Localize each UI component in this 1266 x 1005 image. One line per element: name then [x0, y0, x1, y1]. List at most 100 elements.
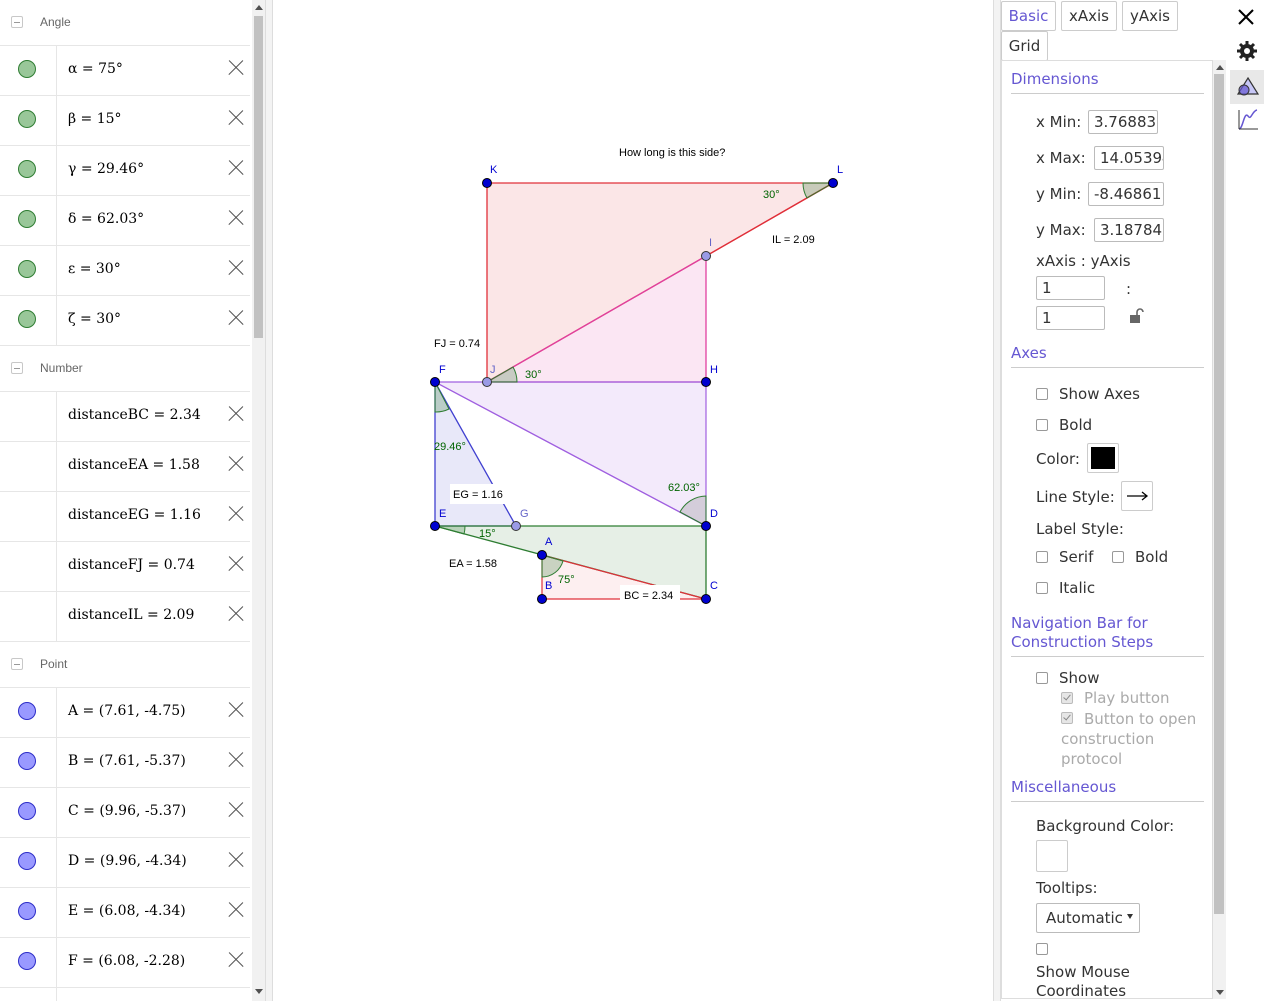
algebra-item-text[interactable]: ζ = 30°	[68, 311, 121, 327]
algebra-item-text[interactable]: F = (6.08, -2.28)	[68, 953, 185, 969]
algebra-item-point[interactable]: B = (7.61, -5.37)	[0, 738, 250, 788]
graphics-view-icon[interactable]	[1236, 75, 1260, 99]
visibility-toggle-icon[interactable]	[18, 60, 36, 78]
scroll-up-arrow-icon[interactable]	[1216, 65, 1224, 70]
ymin-input[interactable]: -8.46861	[1088, 182, 1164, 206]
gear-icon[interactable]	[1236, 40, 1258, 62]
point-h[interactable]	[701, 377, 711, 387]
delete-icon[interactable]	[227, 505, 245, 523]
delete-icon[interactable]	[227, 801, 245, 819]
algebra-scrollbar[interactable]	[252, 0, 265, 1001]
tab-yaxis[interactable]: yAxis	[1122, 1, 1178, 31]
algebra-item-text[interactable]: δ = 62.03°	[68, 211, 144, 227]
delete-icon[interactable]	[227, 405, 245, 423]
play-button-checkbox[interactable]	[1061, 692, 1073, 704]
show-axes-checkbox[interactable]	[1036, 388, 1048, 400]
tab-basic[interactable]: Basic	[1001, 1, 1056, 31]
visibility-toggle-icon[interactable]	[18, 160, 36, 178]
point-c[interactable]	[701, 594, 711, 604]
algebra-item-point[interactable]: D = (9.96, -4.34)	[0, 838, 250, 888]
algebra-item-point[interactable]: F = (6.08, -2.28)	[0, 938, 250, 988]
visibility-toggle-icon[interactable]	[18, 852, 36, 870]
visibility-toggle-icon[interactable]	[18, 902, 36, 920]
tab-grid[interactable]: Grid	[1001, 31, 1048, 61]
algebra-item-angle[interactable]: ζ = 30°	[0, 296, 250, 346]
algebra-item-number[interactable]: distanceEG = 1.16	[0, 492, 250, 542]
visibility-toggle-icon[interactable]	[18, 752, 36, 770]
algebra-item-text[interactable]: γ = 29.46°	[68, 161, 144, 177]
algebra-item-text[interactable]: A = (7.61, -4.75)	[68, 703, 186, 719]
point-g[interactable]	[511, 521, 521, 531]
group-header-point[interactable]: Point	[0, 642, 250, 688]
settings-scrollbar[interactable]	[1213, 60, 1226, 999]
visibility-toggle-icon[interactable]	[18, 210, 36, 228]
view-splitter-left[interactable]	[265, 0, 273, 1001]
algebra-item-point[interactable]: E = (6.08, -4.34)	[0, 888, 250, 938]
delete-icon[interactable]	[227, 605, 245, 623]
algebra-item-number[interactable]: distanceBC = 2.34	[0, 392, 250, 442]
visibility-toggle-icon[interactable]	[18, 802, 36, 820]
delete-icon[interactable]	[227, 751, 245, 769]
ymax-input[interactable]: 3.18784	[1094, 218, 1164, 242]
delete-icon[interactable]	[227, 159, 245, 177]
construction-canvas[interactable]: How long is this side? K L I J H F E G A…	[273, 0, 993, 1001]
visibility-toggle-icon[interactable]	[18, 110, 36, 128]
algebra-item-text[interactable]: distanceEG = 1.16	[68, 507, 201, 523]
delete-icon[interactable]	[227, 901, 245, 919]
delete-icon[interactable]	[227, 309, 245, 327]
visibility-toggle-icon[interactable]	[18, 952, 36, 970]
algebra-item-angle[interactable]: α = 75°	[0, 46, 250, 96]
algebra-item-text[interactable]: distanceBC = 2.34	[68, 407, 201, 423]
point-b[interactable]	[537, 594, 547, 604]
algebra-item-text[interactable]: C = (9.96, -5.37)	[68, 803, 186, 819]
tab-xaxis[interactable]: xAxis	[1061, 1, 1117, 31]
xmin-input[interactable]: 3.76883	[1088, 110, 1158, 134]
show-navigation-checkbox[interactable]	[1036, 672, 1048, 684]
delete-icon[interactable]	[227, 555, 245, 573]
axis-ratio-y-input[interactable]: 1	[1036, 306, 1105, 330]
scrollbar-thumb[interactable]	[1214, 74, 1224, 914]
bold-checkbox[interactable]	[1036, 419, 1048, 431]
scroll-down-arrow-icon[interactable]	[255, 989, 263, 994]
axis-ratio-x-input[interactable]: 1	[1036, 276, 1105, 300]
algebra-item-angle[interactable]: ε = 30°	[0, 246, 250, 296]
visibility-toggle-icon[interactable]	[18, 310, 36, 328]
algebra-item-point[interactable]: C = (9.96, -5.37)	[0, 788, 250, 838]
point-j[interactable]	[482, 377, 492, 387]
graphics-view[interactable]: How long is this side? K L I J H F E G A…	[273, 0, 993, 1001]
view-splitter-right[interactable]	[993, 0, 1001, 1001]
delete-icon[interactable]	[227, 209, 245, 227]
algebra-item-number[interactable]: distanceEA = 1.58	[0, 442, 250, 492]
algebra-item-text[interactable]: B = (7.61, -5.37)	[68, 753, 186, 769]
collapse-toggle-icon[interactable]	[11, 362, 23, 374]
algebra-item-point[interactable]: A = (7.61, -4.75)	[0, 688, 250, 738]
collapse-toggle-icon[interactable]	[11, 658, 23, 670]
scroll-up-arrow-icon[interactable]	[255, 5, 263, 10]
algebra-item-number[interactable]: distanceFJ = 0.74	[0, 542, 250, 592]
algebra-item-text[interactable]: distanceFJ = 0.74	[68, 557, 195, 573]
serif-checkbox[interactable]	[1036, 551, 1048, 563]
algebra-item-text[interactable]: D = (9.96, -4.34)	[68, 853, 187, 869]
algebra-item-text[interactable]: E = (6.08, -4.34)	[68, 903, 186, 919]
point-e[interactable]	[430, 521, 440, 531]
collapse-toggle-icon[interactable]	[11, 16, 23, 28]
visibility-toggle-icon[interactable]	[18, 702, 36, 720]
tooltips-select[interactable]: Automatic	[1036, 903, 1140, 933]
point-a[interactable]	[537, 550, 547, 560]
line-style-button[interactable]	[1121, 481, 1153, 511]
point-i[interactable]	[701, 251, 711, 261]
point-k[interactable]	[482, 178, 492, 188]
algebra-item-point[interactable]: G = (7.25, -4.34)	[0, 988, 250, 1001]
delete-icon[interactable]	[227, 455, 245, 473]
visibility-toggle-icon[interactable]	[18, 260, 36, 278]
point-f[interactable]	[430, 377, 440, 387]
scrollbar-thumb[interactable]	[254, 16, 263, 338]
delete-icon[interactable]	[227, 851, 245, 869]
axis-color-button[interactable]	[1087, 443, 1119, 473]
algebra-item-text[interactable]: distanceEA = 1.58	[68, 457, 200, 473]
algebra-item-angle[interactable]: δ = 62.03°	[0, 196, 250, 246]
algebra-item-angle[interactable]: γ = 29.46°	[0, 146, 250, 196]
background-color-button[interactable]	[1036, 840, 1068, 872]
scroll-down-arrow-icon[interactable]	[1216, 990, 1224, 995]
algebra-item-text[interactable]: β = 15°	[68, 111, 122, 127]
